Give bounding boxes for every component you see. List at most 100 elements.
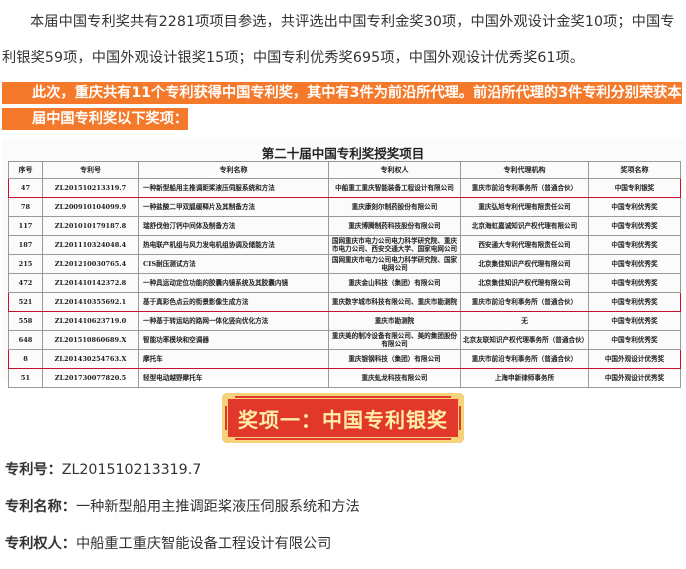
cell-agency: 无	[460, 311, 589, 331]
cell-agency: 北京集佳知识产权代理有限公司	[460, 254, 589, 274]
patent-owner-label: 专利权人：	[5, 536, 76, 552]
cell-agency: 重庆市前沿专利事务所（普通合伙）	[460, 292, 589, 312]
cell-award: 中国专利优秀奖	[588, 292, 681, 312]
cell-agency: 重庆市前沿专利事务所（普通合伙）	[460, 178, 589, 198]
cell-no: 117	[8, 216, 43, 236]
cell-no: 648	[8, 330, 43, 350]
cell-patent-no: ZL201410355692.1	[42, 292, 139, 312]
cell-owner: 重庆美的制冷设备有限公司、美的集团股份有限公司	[328, 330, 461, 350]
cell-patent-no: ZL201430254763.X	[42, 349, 139, 369]
table-row: 215 ZL201210030765.4 CIS耐压测试方法 国网重庆市电力公司电力科…	[8, 254, 681, 274]
patent-name-line: 专利名称：一种新型船用主推调距桨液压伺服系统和方法	[5, 496, 360, 516]
cell-patent-name: 一种盐酸二甲双胍缓释片及其制备方法	[138, 197, 329, 217]
table-row: 187 ZL201110324048.4 热电联产机组与风力发电机组协调及储能方法国…	[8, 235, 681, 255]
cell-award: 中国专利优秀奖	[588, 197, 681, 217]
cell-no: 78	[8, 197, 43, 217]
header-agency: 专利代理机构	[460, 161, 589, 179]
highlight-paragraph: 此次，重庆共有11个专利获得中国专利奖，其中有3件为前沿所代理。前沿所代理的3件…	[2, 80, 684, 132]
patent-owner-line: 专利权人：中船重工重庆智能设备工程设计有限公司	[5, 533, 331, 553]
header-patent-no: 专利号	[42, 161, 139, 179]
cell-agency: 重庆弘旭专利代理有限责任公司	[460, 197, 589, 217]
cell-patent-no: ZL201410142372.8	[42, 273, 139, 293]
cell-patent-name: 智能功率模块和空调器	[138, 330, 329, 350]
cell-agency: 北京海虹嘉诚知识产权代理有限公司	[460, 216, 589, 236]
table-row-highlighted: 521 ZL201410355692.1 基于真彩色点云的街景影像生成方法 重庆数字城…	[8, 292, 681, 312]
cell-no: 187	[8, 235, 43, 255]
header-owner: 专利权人	[328, 161, 461, 179]
table-title: 第二十届中国专利奖授奖项目	[261, 146, 425, 161]
cell-award: 中国专利优秀奖	[588, 216, 681, 236]
cell-no: 558	[8, 311, 43, 331]
cell-patent-no: ZL201730077820.5	[42, 368, 139, 388]
cell-patent-no: ZL201110324048.4	[42, 235, 139, 255]
table-row-highlighted: 47 ZL201510213319.7 一种新型船用主推调距桨液压伺服系统和方法 中船…	[8, 178, 681, 198]
intro-paragraph: 本届中国专利奖共有2281项项目参选，共评选出中国专利金奖30项，中国外观设计金…	[2, 14, 675, 66]
cell-no: 521	[8, 292, 43, 312]
cell-patent-name: 基于真彩色点云的街景影像生成方法	[138, 292, 329, 312]
highlight-text: 此次，重庆共有11个专利获得中国专利奖，其中有3件为前沿所代理。前沿所代理的3件…	[2, 82, 682, 130]
cell-agency: 北京集佳知识产权代理有限公司	[460, 273, 589, 293]
header-patent-name: 专利名称	[138, 161, 329, 179]
cell-patent-no: ZL201510860689.X	[42, 330, 139, 350]
cell-patent-name: 一种新型船用主推调距桨液压伺服系统和方法	[138, 178, 329, 198]
patent-number-label: 专利号：	[5, 462, 62, 478]
cell-owner: 重庆博腾制药科技股份有限公司	[328, 216, 461, 236]
table-row: 78 ZL200910104099.9 一种盐酸二甲双胍缓释片及其制备方法 重庆康刻尔…	[8, 197, 681, 217]
header-award: 奖项名称	[588, 161, 681, 179]
table-row: 117 ZL201010179187.8 瑞舒伐他汀钙中间体及制备方法 重庆博腾制药科…	[8, 216, 681, 236]
cell-award: 中国外观设计优秀奖	[588, 368, 681, 388]
patent-owner-value: 中船重工重庆智能设备工程设计有限公司	[75, 536, 332, 552]
cell-agency: 西安通大专利代理有限责任公司	[460, 235, 589, 255]
cell-patent-no: ZL201410623719.0	[42, 311, 139, 331]
cell-patent-name: 瑞舒伐他汀钙中间体及制备方法	[138, 216, 329, 236]
table-row-highlighted: 8 ZL201430254763.X 摩托车 重庆银钢科技（集团）有限公司 重庆市前沿专…	[8, 349, 681, 369]
cell-patent-name: 热电联产机组与风力发电机组协调及储能方法	[138, 235, 329, 255]
cell-owner: 重庆数字城市科技有限公司、重庆市勘测院	[328, 292, 461, 312]
cell-patent-no: ZL201510213319.7	[42, 178, 139, 198]
cell-award: 中国专利优秀奖	[588, 273, 681, 293]
cell-agency: 重庆市前沿专利事务所（普通合伙）	[460, 349, 589, 369]
cell-patent-no: ZL200910104099.9	[42, 197, 139, 217]
cell-no: 51	[8, 368, 43, 388]
table-row: 558 ZL201410623719.0 一种基于转运站的路网一体化竖向优化方法 重庆…	[8, 311, 681, 331]
cell-owner: 重庆金山科技（集团）有限公司	[328, 273, 461, 293]
cell-patent-name: 摩托车	[138, 349, 329, 369]
cell-patent-name: 轻型电动越野摩托车	[138, 368, 329, 388]
cell-no: 8	[8, 349, 43, 369]
award-banner: 奖项一：中国专利银奖	[222, 393, 464, 443]
cell-patent-name: 一种具运动定位功能的胶囊内镜系统及其胶囊内镜	[138, 273, 329, 293]
cell-award: 中国专利银奖	[588, 178, 681, 198]
table-row: 51 ZL201730077820.5 轻型电动越野摩托车 重庆虬龙科技有限公司 上海申…	[8, 368, 681, 388]
cell-agency: 上海申新律师事务所	[460, 368, 589, 388]
table-row: 472 ZL201410142372.8 一种具运动定位功能的胶囊内镜系统及其胶囊内…	[8, 273, 681, 293]
table-header-row: 序号 专利号 专利名称 专利权人 专利代理机构 奖项名称	[8, 161, 681, 179]
cell-agency: 北京友联知识产权代理事务所（普通合伙）	[460, 330, 589, 350]
banner-label: 奖项一：中国专利银奖	[238, 407, 448, 432]
table-row: 648 ZL201510860689.X 智能功率模块和空调器 重庆美的制冷设备有限公…	[8, 330, 681, 350]
award-table: 序号 专利号 专利名称 专利权人 专利代理机构 奖项名称 47 ZL2015102…	[8, 161, 681, 388]
cell-award: 中国专利优秀奖	[588, 330, 681, 350]
patent-name-value: 一种新型船用主推调距桨液压伺服系统和方法	[75, 499, 360, 515]
cell-owner: 重庆银钢科技（集团）有限公司	[328, 349, 461, 369]
cell-patent-name: CIS耐压测试方法	[138, 254, 329, 274]
cell-patent-name: 一种基于转运站的路网一体化竖向优化方法	[138, 311, 329, 331]
award-table-image: 第二十届中国专利奖授奖项目 序号 专利号 专利名称 专利权人 专利代理机构 奖项…	[2, 139, 684, 388]
cell-owner: 国网重庆市电力公司电力科学研究院、重庆市电力公司、西安交通大学、国家电网公司	[328, 235, 461, 255]
patent-name-label: 专利名称：	[5, 499, 76, 515]
cell-patent-no: ZL201010179187.8	[42, 216, 139, 236]
cell-owner: 国网重庆市电力公司电力科学研究院、国家电网公司	[328, 254, 461, 274]
patent-number-value: ZL201510213319.7	[61, 462, 202, 478]
cell-no: 47	[8, 178, 43, 198]
cell-patent-no: ZL201210030765.4	[42, 254, 139, 274]
cell-owner: 中船重工重庆智能装备工程设计有限公司	[328, 178, 461, 198]
cell-no: 215	[8, 254, 43, 274]
patent-number-line: 专利号：ZL201510213319.7	[5, 459, 201, 479]
cell-owner: 重庆市勘测院	[328, 311, 461, 331]
cell-owner: 重庆康刻尔制药股份有限公司	[328, 197, 461, 217]
cell-owner: 重庆虬龙科技有限公司	[328, 368, 461, 388]
cell-award: 中国专利优秀奖	[588, 311, 681, 331]
header-no: 序号	[8, 161, 43, 179]
cell-no: 472	[8, 273, 43, 293]
cell-award: 中国外观设计优秀奖	[588, 349, 681, 369]
cell-award: 中国专利优秀奖	[588, 235, 681, 255]
